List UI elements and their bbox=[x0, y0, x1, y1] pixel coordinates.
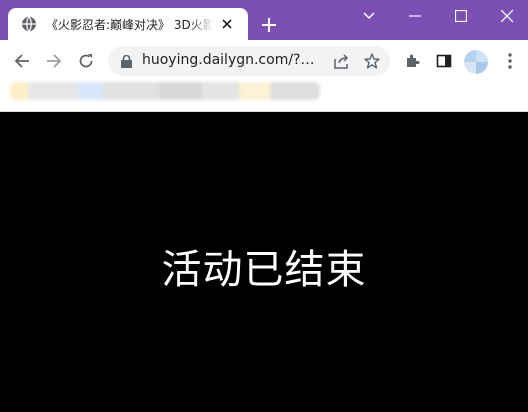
bookmarks-bar bbox=[0, 82, 528, 112]
event-ended-message: 活动已结束 bbox=[161, 247, 367, 293]
extensions-icon[interactable] bbox=[399, 48, 425, 74]
toolbar: huoying.dailygn.com/?fr... bbox=[0, 40, 528, 82]
tab-active[interactable]: 《火影忍者:巅峰对决》 3D火影手 bbox=[8, 8, 248, 40]
minimize-icon[interactable] bbox=[400, 4, 430, 28]
close-icon[interactable] bbox=[218, 15, 236, 33]
forward-arrow-icon[interactable] bbox=[41, 48, 67, 74]
star-icon[interactable] bbox=[362, 51, 382, 71]
title-bar: 《火影忍者:巅峰对决》 3D火影手 bbox=[0, 0, 528, 40]
side-panel-icon[interactable] bbox=[431, 48, 457, 74]
url-text[interactable]: huoying.dailygn.com/?fr... bbox=[142, 52, 318, 68]
globe-icon bbox=[21, 16, 37, 32]
reload-icon[interactable] bbox=[73, 48, 99, 74]
lock-icon[interactable] bbox=[118, 53, 134, 69]
tab-title: 《火影忍者:巅峰对决》 3D火影手 bbox=[46, 17, 214, 32]
share-icon[interactable] bbox=[332, 51, 352, 71]
chevron-down-icon[interactable] bbox=[354, 4, 384, 28]
plus-icon[interactable] bbox=[259, 15, 279, 35]
back-arrow-icon[interactable] bbox=[9, 48, 35, 74]
menu-icon[interactable] bbox=[497, 48, 523, 74]
address-bar[interactable]: huoying.dailygn.com/?fr... bbox=[108, 46, 390, 76]
page-content: 活动已结束 bbox=[0, 112, 528, 412]
maximize-icon[interactable] bbox=[446, 4, 476, 28]
blurred-bookmarks bbox=[10, 82, 320, 100]
close-window-icon[interactable] bbox=[492, 4, 522, 28]
avatar[interactable] bbox=[464, 50, 488, 74]
